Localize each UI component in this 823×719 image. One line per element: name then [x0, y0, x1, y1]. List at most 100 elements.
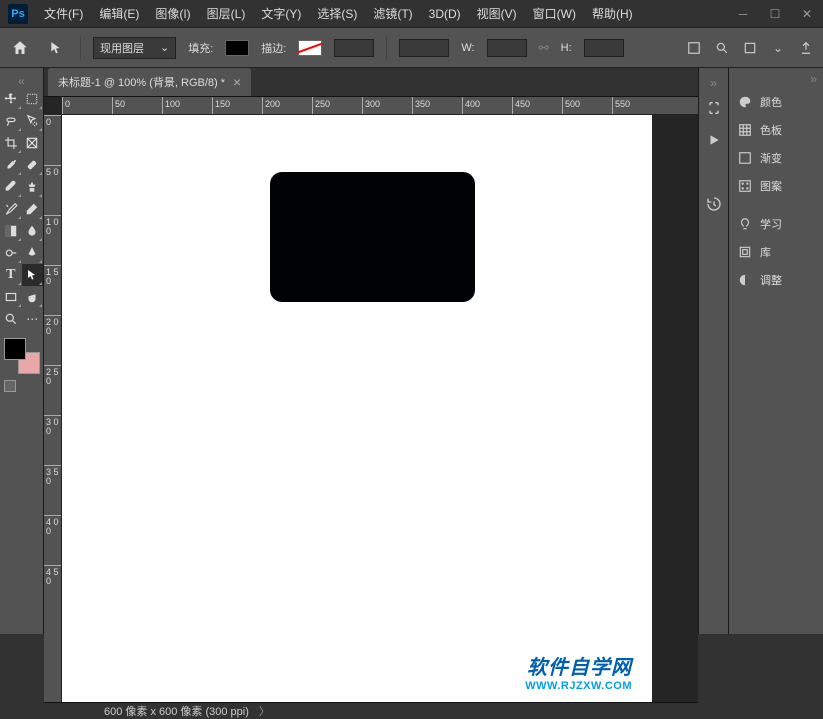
canvas[interactable]: 软件自学网 WWW.RJZXW.COM — [62, 115, 652, 702]
frame-icon[interactable] — [741, 39, 759, 57]
move-tool-icon[interactable] — [44, 36, 68, 60]
menu-type[interactable]: 文字(Y) — [253, 0, 309, 28]
history-icon[interactable] — [704, 194, 724, 214]
play-icon[interactable] — [704, 130, 724, 150]
search-icon[interactable] — [713, 39, 731, 57]
title-bar: Ps 文件(F) 编辑(E) 图像(I) 图层(L) 文字(Y) 选择(S) 滤… — [0, 0, 823, 28]
home-icon[interactable] — [8, 36, 32, 60]
path-select-tool[interactable] — [22, 264, 44, 286]
lightbulb-icon — [737, 216, 753, 232]
rectangle-tool[interactable] — [0, 286, 22, 308]
menu-view[interactable]: 视图(V) — [469, 0, 525, 28]
document-tab[interactable]: 未标题-1 @ 100% (背景, RGB/8) * × — [48, 68, 251, 96]
panel-libraries[interactable]: 库 — [729, 238, 823, 266]
clone-tool[interactable] — [22, 176, 44, 198]
lasso-tool[interactable] — [0, 110, 22, 132]
height-label: H: — [561, 42, 572, 54]
zoom-tool[interactable] — [0, 308, 22, 330]
menu-file[interactable]: 文件(F) — [36, 0, 91, 28]
horizontal-ruler[interactable]: 050100150200250300350400450500550 — [62, 97, 698, 115]
app-logo: Ps — [8, 4, 28, 24]
window-controls: ─ ☐ ✕ — [727, 0, 823, 28]
crop-tool[interactable] — [0, 132, 22, 154]
type-tool[interactable]: T — [0, 264, 22, 286]
panel-learn[interactable]: 学习 — [729, 210, 823, 238]
healing-tool[interactable] — [22, 154, 44, 176]
gradient-tool[interactable] — [0, 220, 22, 242]
status-bar: 600 像素 x 600 像素 (300 ppi) 〉 — [44, 702, 698, 719]
width-label: W: — [461, 42, 474, 54]
move-tool[interactable] — [0, 88, 22, 110]
panel-label: 渐变 — [760, 150, 782, 166]
link-icon[interactable]: ⚯ — [539, 41, 549, 55]
panel-adjustments[interactable]: 调整 — [729, 266, 823, 294]
palette-icon — [737, 94, 753, 110]
close-tab-icon[interactable]: × — [233, 74, 241, 90]
panel-collapse-icon[interactable]: » — [710, 76, 717, 86]
toolbox-collapse-icon[interactable]: « — [0, 74, 43, 88]
marquee-tool[interactable] — [22, 88, 44, 110]
window-close-button[interactable]: ✕ — [791, 0, 823, 28]
options-bar: 现用图层 ⌄ 填充: 描边: W: ⚯ H: ⌄ — [0, 28, 823, 68]
menu-3d[interactable]: 3D(D) — [421, 0, 469, 28]
history-brush-tool[interactable] — [0, 198, 22, 220]
panel-swatches[interactable]: 色板 — [729, 116, 823, 144]
window-maximize-button[interactable]: ☐ — [759, 0, 791, 28]
panel-collapse-icon[interactable]: » — [729, 72, 823, 88]
panel-color[interactable]: 颜色 — [729, 88, 823, 116]
height-input[interactable] — [584, 39, 624, 57]
fill-swatch[interactable] — [225, 40, 249, 56]
layer-mode-label: 现用图层 — [100, 40, 144, 56]
watermark-line1: 软件自学网 — [525, 651, 632, 680]
panel-label: 学习 — [760, 216, 782, 232]
document-tab-bar: 未标题-1 @ 100% (背景, RGB/8) * × — [44, 68, 698, 97]
stroke-width-input[interactable] — [334, 39, 374, 57]
menu-image[interactable]: 图像(I) — [147, 0, 198, 28]
quickmask-toggle[interactable] — [4, 380, 43, 392]
menu-select[interactable]: 选择(S) — [309, 0, 365, 28]
quick-select-tool[interactable] — [22, 110, 44, 132]
adjustments-icon — [737, 272, 753, 288]
edit-toolbar-button[interactable]: ⋯ — [22, 308, 44, 330]
menu-window[interactable]: 窗口(W) — [525, 0, 584, 28]
fill-label: 填充: — [188, 40, 213, 56]
status-chevron-icon[interactable]: 〉 — [259, 703, 270, 719]
pen-tool[interactable] — [22, 242, 44, 264]
chevron-down-icon: ⌄ — [160, 41, 169, 54]
layer-mode-dropdown[interactable]: 现用图层 ⌄ — [93, 37, 176, 59]
canvas-viewport[interactable]: 软件自学网 WWW.RJZXW.COM — [62, 115, 698, 702]
color-swatches[interactable] — [4, 338, 40, 374]
workspace-dropdown-icon[interactable]: ⌄ — [769, 39, 787, 57]
watermark-line2: WWW.RJZXW.COM — [525, 680, 632, 692]
eraser-tool[interactable] — [22, 198, 44, 220]
dodge-tool[interactable] — [0, 242, 22, 264]
blur-tool[interactable] — [22, 220, 44, 242]
panel-label: 颜色 — [760, 94, 782, 110]
eyedropper-tool[interactable] — [0, 154, 22, 176]
rounded-rectangle-shape[interactable] — [270, 172, 475, 302]
vertical-ruler[interactable]: 05 01 0 01 5 02 0 02 5 03 0 03 5 04 0 04… — [44, 115, 62, 702]
brush-tool[interactable] — [0, 176, 22, 198]
menu-layer[interactable]: 图层(L) — [199, 0, 254, 28]
panel-patterns[interactable]: 图案 — [729, 172, 823, 200]
library-icon — [737, 244, 753, 260]
window-minimize-button[interactable]: ─ — [727, 0, 759, 28]
stroke-swatch[interactable] — [298, 40, 322, 56]
foreground-color-swatch[interactable] — [4, 338, 26, 360]
menu-filter[interactable]: 滤镜(T) — [365, 0, 420, 28]
menu-help[interactable]: 帮助(H) — [584, 0, 641, 28]
menu-edit[interactable]: 编辑(E) — [91, 0, 147, 28]
stroke-style-dropdown[interactable] — [399, 39, 449, 57]
properties-icon[interactable] — [704, 98, 724, 118]
share-icon[interactable] — [797, 39, 815, 57]
mask-mode-icon[interactable] — [685, 39, 703, 57]
toolbox: « — [0, 68, 44, 634]
gradient-panel-icon — [737, 150, 753, 166]
hand-tool[interactable] — [22, 286, 44, 308]
document-tab-title: 未标题-1 @ 100% (背景, RGB/8) * — [58, 74, 225, 90]
right-panel-column: » 颜色 色板 渐变 图案 学习 — [728, 68, 823, 634]
panel-gradients[interactable]: 渐变 — [729, 144, 823, 172]
right-panel-area: » » 颜色 色板 渐变 图案 — [698, 68, 823, 634]
frame-tool[interactable] — [22, 132, 44, 154]
width-input[interactable] — [487, 39, 527, 57]
